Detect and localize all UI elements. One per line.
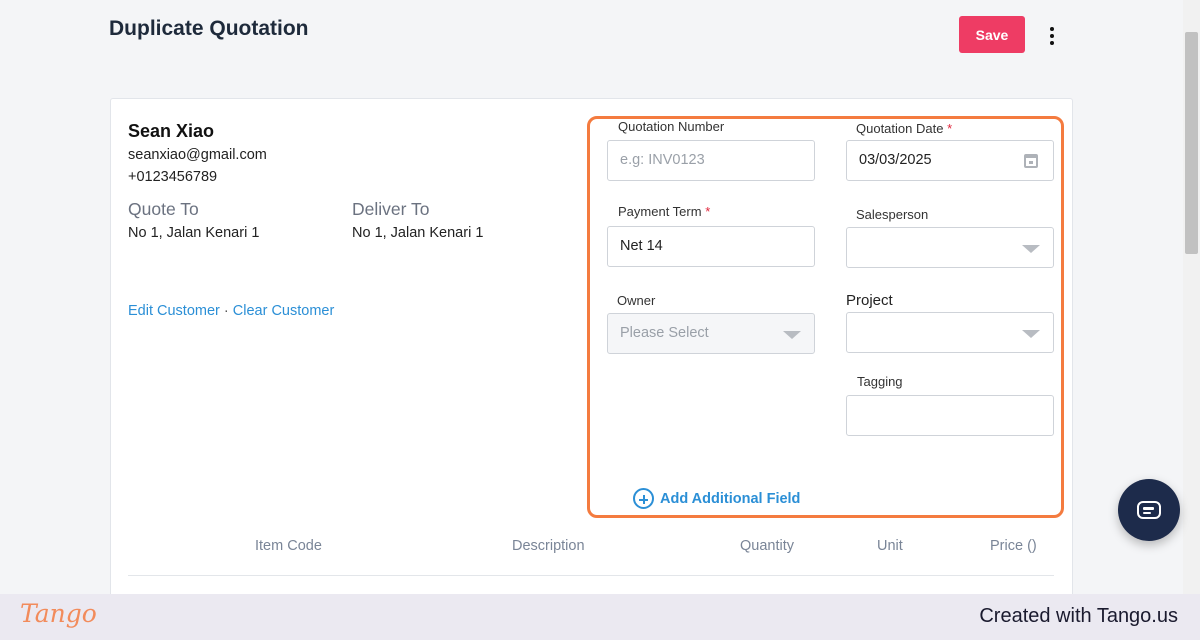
add-additional-field-label: Add Additional Field	[660, 490, 801, 507]
owner-label: Owner	[617, 293, 656, 308]
tagging-input[interactable]	[846, 395, 1054, 436]
column-price: Price ()	[990, 538, 1037, 554]
deliver-to-address: No 1, Jalan Kenari 1	[352, 225, 484, 241]
scrollbar-thumb[interactable]	[1185, 32, 1198, 254]
customer-actions: Edit Customer · Clear Customer	[128, 303, 334, 319]
project-select[interactable]	[846, 312, 1054, 353]
chevron-down-icon	[1022, 330, 1040, 338]
customer-name: Sean Xiao	[128, 121, 215, 141]
owner-placeholder: Please Select	[620, 325, 709, 341]
payment-term-label: Payment Term *	[618, 204, 711, 219]
save-button[interactable]: Save	[959, 16, 1025, 53]
quotation-date-label: Quotation Date *	[856, 121, 953, 136]
deliver-to-label: Deliver To	[352, 199, 430, 219]
salesperson-select[interactable]	[846, 227, 1054, 268]
tango-logo: Tango	[20, 599, 97, 628]
quotation-date-input[interactable]: 03/03/2025	[846, 140, 1054, 181]
column-item-code: Item Code	[255, 538, 322, 554]
customer-phone: +0123456789	[128, 169, 218, 185]
column-quantity: Quantity	[740, 538, 794, 554]
calendar-icon[interactable]	[1024, 154, 1038, 168]
salesperson-label: Salesperson	[856, 207, 929, 222]
link-separator: ·	[223, 303, 229, 319]
scrollbar[interactable]	[1183, 0, 1200, 594]
column-unit: Unit	[877, 538, 903, 554]
project-label: Project	[846, 292, 893, 309]
chat-icon	[1137, 501, 1161, 519]
footer-credit: Created with Tango.us	[979, 605, 1178, 627]
add-additional-field-button[interactable]: Add Additional Field	[633, 488, 800, 509]
payment-term-input[interactable]: Net 14	[607, 226, 815, 267]
quotation-number-placeholder: e.g: INV0123	[620, 152, 705, 168]
tagging-label: Tagging	[857, 374, 903, 389]
quote-to-address: No 1, Jalan Kenari 1	[128, 225, 260, 241]
payment-term-value: Net 14	[620, 238, 663, 254]
plus-circle-icon	[633, 488, 654, 509]
quote-to-label: Quote To	[128, 199, 199, 219]
table-divider	[128, 575, 1054, 576]
more-vertical-icon[interactable]	[1042, 24, 1062, 48]
chevron-down-icon	[783, 331, 801, 339]
chat-button[interactable]	[1118, 479, 1180, 541]
clear-customer-link[interactable]: Clear Customer	[233, 303, 335, 319]
edit-customer-link[interactable]: Edit Customer	[128, 303, 220, 319]
quotation-date-value: 03/03/2025	[859, 152, 932, 168]
column-description: Description	[512, 538, 585, 554]
page-title: Duplicate Quotation	[109, 17, 309, 40]
customer-email: seanxiao@gmail.com	[128, 147, 267, 163]
footer-banner: Tango Created with Tango.us	[0, 594, 1200, 640]
owner-select[interactable]: Please Select	[607, 313, 815, 354]
quotation-number-input[interactable]: e.g: INV0123	[607, 140, 815, 181]
quotation-number-label: Quotation Number	[618, 119, 725, 134]
chevron-down-icon	[1022, 245, 1040, 253]
